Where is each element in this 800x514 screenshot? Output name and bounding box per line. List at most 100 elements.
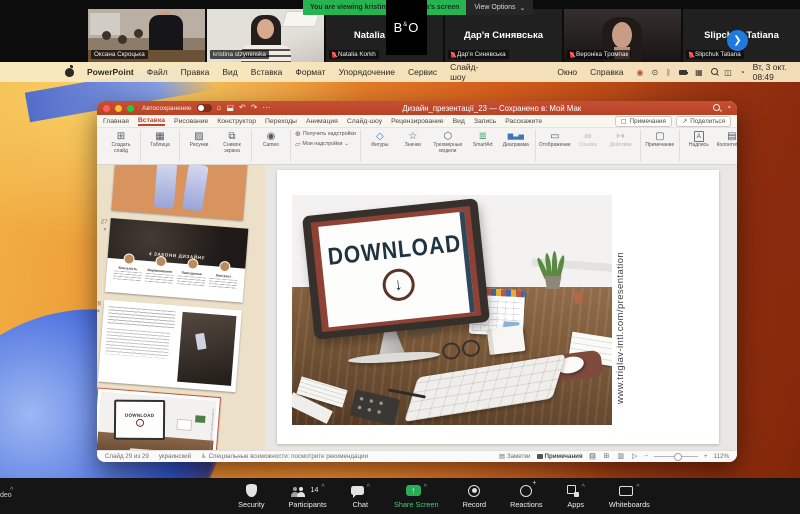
control-center-icon[interactable]: ◫ xyxy=(724,68,732,77)
get-addins-button[interactable]: ⊕ Получить надстройки xyxy=(295,130,356,138)
tab-home[interactable]: Главная xyxy=(103,118,129,125)
caret-up-icon[interactable]: ^ xyxy=(582,484,585,491)
more-icon[interactable]: ⋯ xyxy=(262,104,270,112)
fullscreen-button[interactable] xyxy=(127,104,134,112)
menu-insert[interactable]: Вставка xyxy=(251,67,283,77)
siri-icon[interactable]: ◔ xyxy=(740,68,745,77)
shapes-button[interactable]: ◇ Фигуры xyxy=(365,130,395,149)
bluetooth-icon[interactable]: ᛒ xyxy=(666,68,671,77)
menu-arrange[interactable]: Упорядочение xyxy=(339,67,395,77)
table-button[interactable]: ▦ Таблица xyxy=(145,130,175,149)
slide-sorter-view-button[interactable]: ⊞ xyxy=(602,453,610,460)
autosave-toggle[interactable] xyxy=(196,104,212,112)
screenshot-button[interactable]: ⧉ Снимок экрана xyxy=(217,130,247,155)
tab-insert[interactable]: Вставка xyxy=(137,117,166,126)
tab-design[interactable]: Конструктор xyxy=(217,118,256,125)
zoom-percentage[interactable]: 112% xyxy=(714,453,729,460)
search-icon[interactable] xyxy=(713,104,721,112)
apple-menu-icon[interactable] xyxy=(65,64,74,77)
tab-view[interactable]: Вид xyxy=(453,118,465,125)
caret-up-icon[interactable]: ^ xyxy=(636,484,639,491)
slide-url-text[interactable]: www.triglav-intl.com/presentation xyxy=(615,214,626,404)
zoom-slider[interactable] xyxy=(654,453,698,460)
action-button[interactable]: ↦ Действие xyxy=(606,130,636,149)
share-button[interactable]: ↗ Поделиться xyxy=(675,115,731,127)
tab-draw[interactable]: Рисование xyxy=(174,118,208,125)
tab-record[interactable]: Запись xyxy=(474,118,496,125)
cameo-button[interactable]: ◉ Cameo xyxy=(256,130,286,149)
tab-animations[interactable]: Анимация xyxy=(306,118,338,125)
zoom-in-button[interactable]: + xyxy=(704,453,708,460)
undo-icon[interactable]: ↶ xyxy=(239,104,246,112)
chat-button[interactable]: ^ Chat xyxy=(350,484,370,509)
participants-button[interactable]: 14 ^ Participants xyxy=(289,484,327,509)
accessibility-status[interactable]: ♿ Специальные возможности: посмотрите рек… xyxy=(201,453,368,460)
presence-icon[interactable]: ◔ xyxy=(726,104,731,112)
normal-view-button[interactable]: ⊡ xyxy=(588,453,597,460)
security-button[interactable]: Security xyxy=(238,484,265,509)
menu-bar-clock[interactable]: Вт, 3 окт. 08:49 xyxy=(753,62,792,82)
slide-thumbnail-29-selected[interactable]: DOWNLOAD ↓ www.triglav-intl.com/presentat… xyxy=(97,387,222,450)
menu-file[interactable]: Файл xyxy=(147,67,168,77)
spotlight-search-icon[interactable] xyxy=(710,68,719,76)
header-footer-button[interactable]: ▤Колонтитулы xyxy=(717,130,737,149)
menu-slideshow[interactable]: Слайд-шоу xyxy=(450,62,488,82)
participant-tile[interactable]: Вероніка Тромпак xyxy=(564,9,681,62)
slide-counter[interactable]: Слайд 29 из 29 xyxy=(105,453,149,460)
menu-tools[interactable]: Сервис xyxy=(408,67,437,77)
notes-button[interactable]: ▤ Заметки xyxy=(499,453,531,460)
slide-thumbnail-26[interactable] xyxy=(111,165,248,221)
recording-indicator-icon[interactable]: ◉ xyxy=(637,68,644,77)
tab-slideshow[interactable]: Слайд-шоу xyxy=(347,118,382,125)
pictures-button[interactable]: ▨ Рисунки xyxy=(184,130,214,149)
close-button[interactable] xyxy=(103,104,110,112)
smartart-button[interactable]: ≣ SmartArt xyxy=(468,130,498,149)
link-button[interactable]: ∞ Ссылка xyxy=(573,130,603,149)
home-icon[interactable]: ⌂ xyxy=(217,104,222,112)
view-options-button[interactable]: View Options ⌄ xyxy=(466,0,534,15)
reading-view-button[interactable]: ▥ xyxy=(616,453,625,460)
stage-manager-icon[interactable]: ▦ xyxy=(695,68,703,77)
whiteboards-button[interactable]: ^ Whiteboards xyxy=(609,484,650,509)
menu-window[interactable]: Окно xyxy=(557,67,577,77)
new-slide-button[interactable]: ⊞ Создать слайд xyxy=(106,130,136,155)
stop-video-partial-label[interactable]: deo xyxy=(0,492,12,499)
minimize-button[interactable] xyxy=(115,104,122,112)
slideshow-view-button[interactable]: ▷ xyxy=(631,453,638,460)
redo-icon[interactable]: ↷ xyxy=(251,104,258,112)
participant-tile[interactable]: Оксана Скроцька xyxy=(88,9,205,62)
slide-canvas[interactable]: DOWNLOAD ↓ www.triglav-intl.com/presenta… xyxy=(265,165,737,450)
my-addins-button[interactable]: ▱ Мои надстройки ⌄ xyxy=(295,140,356,148)
apps-button[interactable]: ^ Apps xyxy=(566,484,585,509)
record-button[interactable]: Record xyxy=(463,484,486,509)
powerpoint-title-bar[interactable]: Автосохранение ⌂ ⬓ ↶ ↷ ⋯ Дизайн_презента… xyxy=(97,101,737,115)
current-slide[interactable]: DOWNLOAD ↓ www.triglav-intl.com/presenta… xyxy=(277,170,719,444)
comments-button[interactable]: ▢ Примечания xyxy=(614,115,672,127)
save-icon[interactable]: ⬓ xyxy=(226,104,234,112)
battery-icon[interactable] xyxy=(679,69,689,75)
menu-help[interactable]: Справка xyxy=(590,67,623,77)
tab-review[interactable]: Рецензирование xyxy=(391,118,443,125)
status-circle-icon[interactable]: ⊙ xyxy=(651,68,658,77)
language-selector[interactable]: украинский xyxy=(159,453,191,460)
caret-up-icon[interactable]: ^ xyxy=(367,484,370,491)
menu-app-name[interactable]: PowerPoint xyxy=(87,67,134,77)
textbox-button[interactable]: A Надпись xyxy=(684,130,714,149)
icons-button[interactable]: ☆ Значки xyxy=(398,130,428,149)
tab-transitions[interactable]: Переходы xyxy=(265,118,297,125)
zoom-out-button[interactable]: − xyxy=(644,453,648,460)
slide-thumbnail-27[interactable]: 4 ЗАКОНИ ДИЗАЙНУ Близькість Вирівнювання… xyxy=(104,217,249,303)
slide-thumbnail-28[interactable] xyxy=(97,299,242,393)
menu-view[interactable]: Вид xyxy=(222,67,237,77)
tab-tell-me[interactable]: Расскажите xyxy=(505,118,542,125)
comment-button[interactable]: ▢ Примечание xyxy=(645,130,675,149)
menu-edit[interactable]: Правка xyxy=(181,67,210,77)
reactions-button[interactable]: Reactions xyxy=(510,480,542,509)
share-screen-button[interactable]: ↑ ^ Share Screen xyxy=(394,484,439,509)
menu-format[interactable]: Формат xyxy=(295,67,325,77)
participant-tile[interactable]: Дар'я Синявська Дар'я Синявська xyxy=(445,9,562,62)
chart-button[interactable]: ▆▃▅ Диаграмма xyxy=(501,130,531,149)
display-button[interactable]: ▭ Отображение xyxy=(539,130,571,149)
status-comments-button[interactable]: Примечания xyxy=(536,453,583,460)
next-page-button[interactable]: ❯ xyxy=(727,30,748,51)
